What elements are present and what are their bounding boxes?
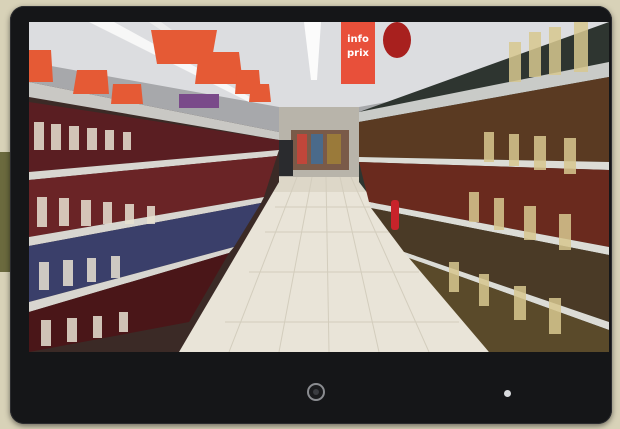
sign-line-prix: prix xyxy=(347,48,370,59)
sign-line-info: info xyxy=(347,34,369,45)
supermarket-aisle-photo: info prix xyxy=(29,22,609,352)
indicator-light-icon xyxy=(504,390,511,397)
home-button-icon[interactable] xyxy=(307,383,325,401)
info-prix-sign: info prix xyxy=(341,22,375,84)
tablet-screen-photo: info prix xyxy=(29,22,609,352)
